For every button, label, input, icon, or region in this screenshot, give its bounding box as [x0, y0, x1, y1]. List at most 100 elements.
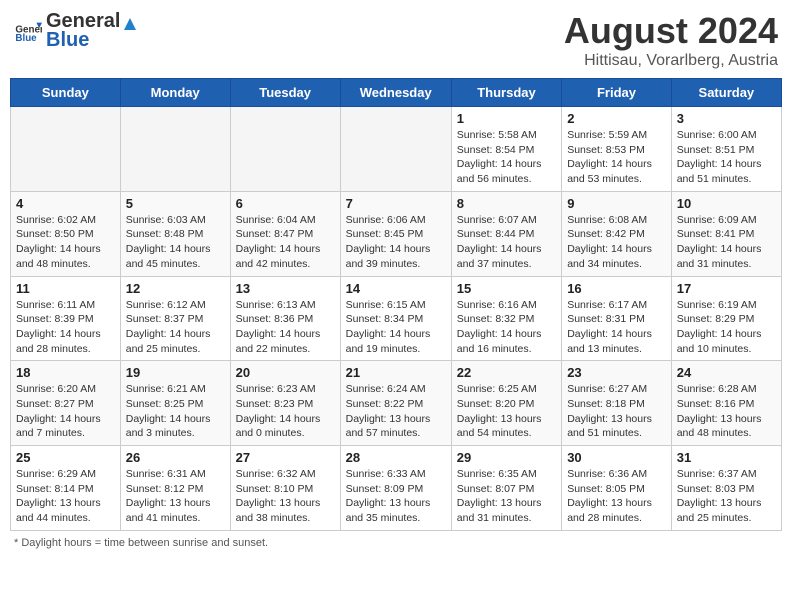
day-info: Sunrise: 6:09 AM Sunset: 8:41 PM Dayligh…: [677, 213, 776, 272]
calendar-cell: 31Sunrise: 6:37 AM Sunset: 8:03 PM Dayli…: [671, 446, 781, 531]
day-info: Sunrise: 6:20 AM Sunset: 8:27 PM Dayligh…: [16, 382, 115, 441]
title-area: August 2024 Hittisau, Vorarlberg, Austri…: [564, 10, 778, 70]
calendar-week-row: 1 Sunrise: 5:58 AM Sunset: 8:54 PM Daylig…: [11, 107, 782, 192]
calendar-cell: 21 Sunrise: 6:24 AM Sunset: 8:22 PM Dayli…: [340, 361, 451, 446]
day-info: Sunrise: 6:08 AM Sunset: 8:42 PM Dayligh…: [567, 213, 666, 272]
day-info: Sunrise: 6:21 AM Sunset: 8:25 PM Dayligh…: [126, 382, 225, 441]
calendar-cell: 17 Sunrise: 6:19 AM Sunset: 8:29 PM Dayli…: [671, 276, 781, 361]
day-info: Sunrise: 6:31 AM Sunset: 8:12 PM Dayligh…: [126, 467, 225, 526]
calendar-cell: 24 Sunrise: 6:28 AM Sunset: 8:16 PM Dayli…: [671, 361, 781, 446]
calendar-cell: 14 Sunrise: 6:15 AM Sunset: 8:34 PM Dayli…: [340, 276, 451, 361]
calendar-week-row: 11 Sunrise: 6:11 AM Sunset: 8:39 PM Dayli…: [11, 276, 782, 361]
day-number: 29: [457, 450, 556, 465]
svg-text:Blue: Blue: [15, 33, 37, 44]
calendar-cell: 2 Sunrise: 5:59 AM Sunset: 8:53 PM Daylig…: [562, 107, 672, 192]
calendar-cell: [230, 107, 340, 192]
day-info: Sunrise: 6:04 AM Sunset: 8:47 PM Dayligh…: [236, 213, 335, 272]
calendar-week-row: 4Sunrise: 6:02 AM Sunset: 8:50 PM Daylig…: [11, 191, 782, 276]
day-number: 18: [16, 365, 115, 380]
calendar-title: August 2024: [564, 10, 778, 52]
calendar-cell: [11, 107, 121, 192]
calendar-cell: 11 Sunrise: 6:11 AM Sunset: 8:39 PM Dayli…: [11, 276, 121, 361]
day-number: 19: [126, 365, 225, 380]
calendar-cell: 26Sunrise: 6:31 AM Sunset: 8:12 PM Dayli…: [120, 446, 230, 531]
day-info: Sunrise: 6:25 AM Sunset: 8:20 PM Dayligh…: [457, 382, 556, 441]
calendar-cell: 28 Sunrise: 6:33 AM Sunset: 8:09 PM Dayli…: [340, 446, 451, 531]
calendar-cell: [120, 107, 230, 192]
day-number: 7: [346, 196, 446, 211]
calendar-cell: 10 Sunrise: 6:09 AM Sunset: 8:41 PM Dayli…: [671, 191, 781, 276]
calendar-cell: 9Sunrise: 6:08 AM Sunset: 8:42 PM Daylig…: [562, 191, 672, 276]
calendar-cell: 25Sunrise: 6:29 AM Sunset: 8:14 PM Dayli…: [11, 446, 121, 531]
logo-icon: General Blue: [14, 17, 42, 45]
day-number: 24: [677, 365, 776, 380]
calendar-cell: 5 Sunrise: 6:03 AM Sunset: 8:48 PM Daylig…: [120, 191, 230, 276]
day-number: 8: [457, 196, 556, 211]
calendar-cell: 27Sunrise: 6:32 AM Sunset: 8:10 PM Dayli…: [230, 446, 340, 531]
day-info: Sunrise: 6:12 AM Sunset: 8:37 PM Dayligh…: [126, 298, 225, 357]
day-info: Sunrise: 6:32 AM Sunset: 8:10 PM Dayligh…: [236, 467, 335, 526]
day-number: 15: [457, 281, 556, 296]
weekday-header-friday: Friday: [562, 79, 672, 107]
logo-triangle-icon: [120, 12, 140, 32]
day-number: 3: [677, 111, 776, 126]
day-info: Sunrise: 6:29 AM Sunset: 8:14 PM Dayligh…: [16, 467, 115, 526]
day-info: Sunrise: 6:16 AM Sunset: 8:32 PM Dayligh…: [457, 298, 556, 357]
logo: General Blue General Blue: [14, 10, 140, 52]
weekday-header-saturday: Saturday: [671, 79, 781, 107]
calendar-cell: [340, 107, 451, 192]
day-number: 14: [346, 281, 446, 296]
calendar-cell: 16Sunrise: 6:17 AM Sunset: 8:31 PM Dayli…: [562, 276, 672, 361]
day-info: Sunrise: 6:00 AM Sunset: 8:51 PM Dayligh…: [677, 128, 776, 187]
calendar-location: Hittisau, Vorarlberg, Austria: [564, 52, 778, 70]
day-number: 21: [346, 365, 446, 380]
day-info: Sunrise: 6:11 AM Sunset: 8:39 PM Dayligh…: [16, 298, 115, 357]
calendar-table: SundayMondayTuesdayWednesdayThursdayFrid…: [10, 78, 782, 531]
day-number: 1: [457, 111, 556, 126]
day-info: Sunrise: 6:07 AM Sunset: 8:44 PM Dayligh…: [457, 213, 556, 272]
footer-note: * Daylight hours = time between sunrise …: [10, 537, 782, 549]
calendar-cell: 1 Sunrise: 5:58 AM Sunset: 8:54 PM Daylig…: [451, 107, 561, 192]
day-number: 22: [457, 365, 556, 380]
calendar-cell: 13 Sunrise: 6:13 AM Sunset: 8:36 PM Dayli…: [230, 276, 340, 361]
day-number: 20: [236, 365, 335, 380]
day-info: Sunrise: 5:58 AM Sunset: 8:54 PM Dayligh…: [457, 128, 556, 187]
day-number: 28: [346, 450, 446, 465]
calendar-cell: 19 Sunrise: 6:21 AM Sunset: 8:25 PM Dayli…: [120, 361, 230, 446]
day-number: 23: [567, 365, 666, 380]
day-info: Sunrise: 5:59 AM Sunset: 8:53 PM Dayligh…: [567, 128, 666, 187]
day-number: 12: [126, 281, 225, 296]
day-number: 31: [677, 450, 776, 465]
calendar-cell: 18 Sunrise: 6:20 AM Sunset: 8:27 PM Dayli…: [11, 361, 121, 446]
day-number: 2: [567, 111, 666, 126]
day-info: Sunrise: 6:35 AM Sunset: 8:07 PM Dayligh…: [457, 467, 556, 526]
calendar-cell: 7Sunrise: 6:06 AM Sunset: 8:45 PM Daylig…: [340, 191, 451, 276]
weekday-header-tuesday: Tuesday: [230, 79, 340, 107]
header: General Blue General Blue August 2024 Hi…: [10, 10, 782, 70]
day-info: Sunrise: 6:33 AM Sunset: 8:09 PM Dayligh…: [346, 467, 446, 526]
day-info: Sunrise: 6:28 AM Sunset: 8:16 PM Dayligh…: [677, 382, 776, 441]
weekday-header-sunday: Sunday: [11, 79, 121, 107]
calendar-cell: 30Sunrise: 6:36 AM Sunset: 8:05 PM Dayli…: [562, 446, 672, 531]
calendar-cell: 3 Sunrise: 6:00 AM Sunset: 8:51 PM Daylig…: [671, 107, 781, 192]
calendar-week-row: 25Sunrise: 6:29 AM Sunset: 8:14 PM Dayli…: [11, 446, 782, 531]
day-number: 6: [236, 196, 335, 211]
day-info: Sunrise: 6:13 AM Sunset: 8:36 PM Dayligh…: [236, 298, 335, 357]
calendar-cell: 20Sunrise: 6:23 AM Sunset: 8:23 PM Dayli…: [230, 361, 340, 446]
day-number: 10: [677, 196, 776, 211]
weekday-header-row: SundayMondayTuesdayWednesdayThursdayFrid…: [11, 79, 782, 107]
day-number: 17: [677, 281, 776, 296]
day-info: Sunrise: 6:02 AM Sunset: 8:50 PM Dayligh…: [16, 213, 115, 272]
calendar-cell: 29 Sunrise: 6:35 AM Sunset: 8:07 PM Dayli…: [451, 446, 561, 531]
day-number: 11: [16, 281, 115, 296]
day-info: Sunrise: 6:24 AM Sunset: 8:22 PM Dayligh…: [346, 382, 446, 441]
day-info: Sunrise: 6:19 AM Sunset: 8:29 PM Dayligh…: [677, 298, 776, 357]
day-number: 30: [567, 450, 666, 465]
day-info: Sunrise: 6:03 AM Sunset: 8:48 PM Dayligh…: [126, 213, 225, 272]
day-number: 13: [236, 281, 335, 296]
day-number: 5: [126, 196, 225, 211]
calendar-cell: 23Sunrise: 6:27 AM Sunset: 8:18 PM Dayli…: [562, 361, 672, 446]
day-info: Sunrise: 6:15 AM Sunset: 8:34 PM Dayligh…: [346, 298, 446, 357]
weekday-header-monday: Monday: [120, 79, 230, 107]
day-number: 16: [567, 281, 666, 296]
